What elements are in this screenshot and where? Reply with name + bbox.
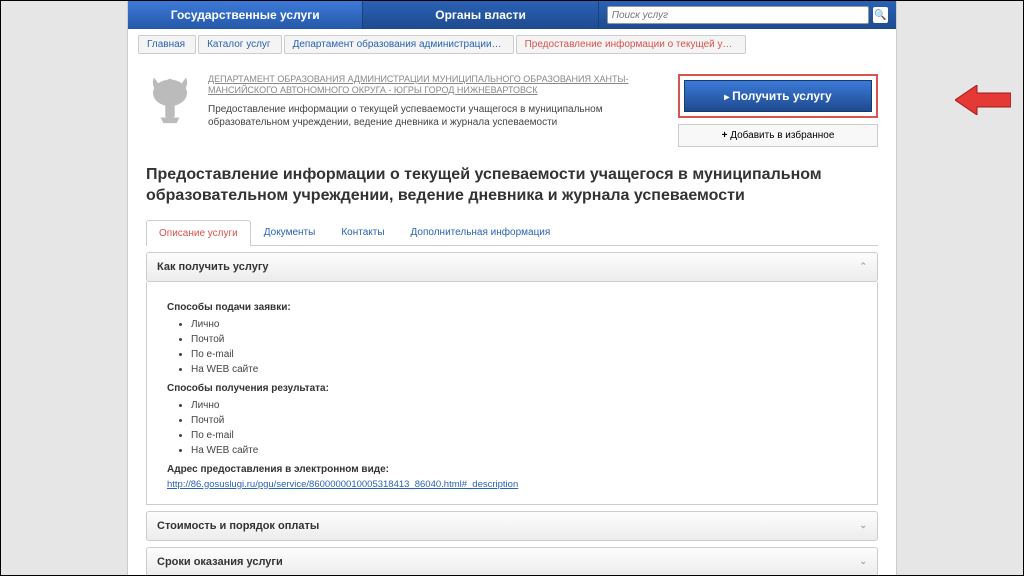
list-item: По e-mail [191, 428, 857, 443]
list-item: На WEB сайте [191, 443, 857, 458]
accordion-how-to-get[interactable]: Как получить услугу ⌃ [146, 252, 878, 282]
top-nav: Государственные услуги Органы власти 🔍 [128, 1, 896, 29]
get-service-button[interactable]: Получить услугу [684, 80, 872, 112]
electronic-address-label: Адрес предоставления в электронном виде: [167, 464, 857, 475]
breadcrumb: Главная Каталог услуг Департамент образо… [128, 29, 896, 60]
chevron-up-icon: ⌃ [859, 261, 867, 272]
tab-description[interactable]: Описание услуги [146, 220, 251, 246]
list-item: Лично [191, 317, 857, 332]
coat-of-arms-icon [146, 74, 194, 126]
tab-documents[interactable]: Документы [251, 219, 329, 245]
nav-tab-authorities[interactable]: Органы власти [363, 1, 598, 29]
crumb-catalog[interactable]: Каталог услуг [198, 35, 282, 54]
list-item: По e-mail [191, 347, 857, 362]
search-icon[interactable]: 🔍 [873, 7, 888, 23]
tab-contacts[interactable]: Контакты [328, 219, 397, 245]
chevron-down-icon: ⌄ [859, 556, 867, 567]
nav-tab-services[interactable]: Государственные услуги [128, 1, 363, 29]
accordion-label: Сроки оказания услуги [157, 556, 283, 568]
service-short-desc: Предоставление информации о текущей успе… [208, 103, 664, 130]
add-favorite-button[interactable]: Добавить в избранное [678, 124, 878, 147]
department-name-link[interactable]: ДЕПАРТАМЕНТ ОБРАЗОВАНИЯ АДМИНИСТРАЦИИ МУ… [208, 74, 664, 97]
page-title: Предоставление информации о текущей успе… [128, 157, 896, 219]
search-input[interactable] [607, 6, 869, 24]
accordion-cost[interactable]: Стоимость и порядок оплаты ⌄ [146, 511, 878, 541]
crumb-home[interactable]: Главная [138, 35, 196, 54]
list-item: Лично [191, 398, 857, 413]
list-item: На WEB сайте [191, 362, 857, 377]
get-service-highlight: Получить услугу [678, 74, 878, 118]
accordion-terms[interactable]: Сроки оказания услуги ⌄ [146, 547, 878, 576]
accordion-label: Как получить услугу [157, 261, 269, 273]
chevron-down-icon: ⌄ [859, 520, 867, 531]
crumb-department[interactable]: Департамент образования администрации му… [284, 35, 514, 54]
accordion-label: Стоимость и порядок оплаты [157, 520, 319, 532]
service-url-link[interactable]: http://86.gosuslugi.ru/pgu/service/86000… [167, 479, 518, 490]
apply-methods-label: Способы подачи заявки: [167, 302, 857, 313]
crumb-current: Предоставление информации о текущей успе… [516, 35, 746, 54]
search-container: 🔍 [599, 1, 896, 29]
annotation-arrow-icon [955, 85, 1011, 118]
content-tabs: Описание услуги Документы Контакты Допол… [146, 219, 878, 246]
result-methods-label: Способы получения результата: [167, 383, 857, 394]
tab-additional[interactable]: Дополнительная информация [398, 219, 564, 245]
list-item: Почтой [191, 413, 857, 428]
list-item: Почтой [191, 332, 857, 347]
accordion-body: Способы подачи заявки: Лично Почтой По e… [146, 282, 878, 505]
